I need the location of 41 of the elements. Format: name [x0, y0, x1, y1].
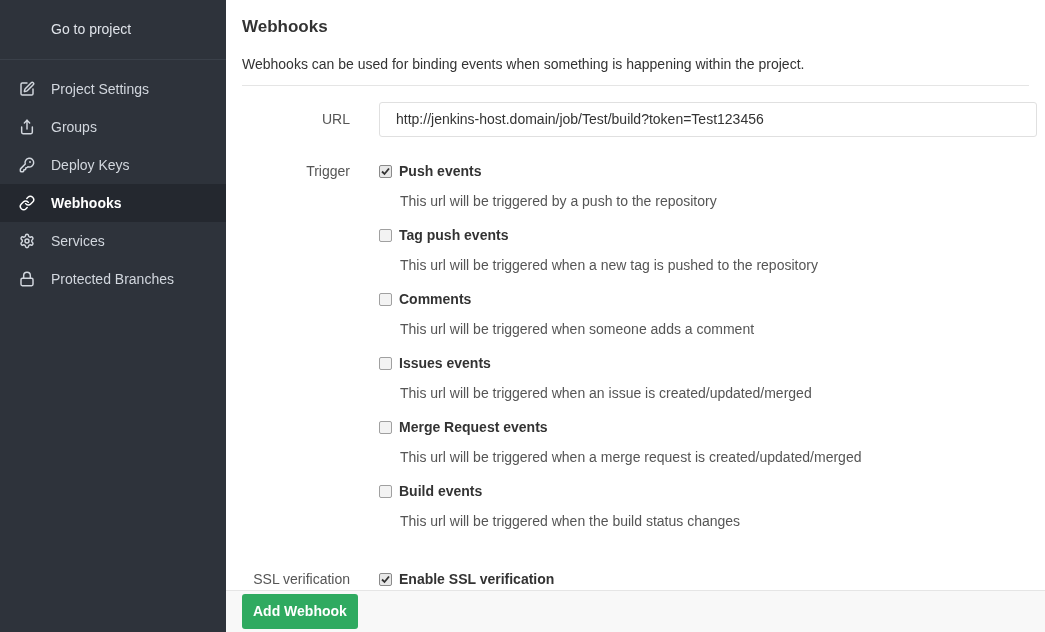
help-text: This url will be triggered when an issue is created/updated/merged: [399, 383, 813, 403]
checkmark-icon: [381, 166, 390, 176]
help-text: This url will be triggered when a new tag is pushed to the repository: [399, 255, 819, 275]
help-text: This url will be triggered when someone adds a comment: [399, 319, 756, 339]
gear-icon: [19, 233, 35, 249]
link-icon: [19, 195, 35, 211]
share-icon: [19, 119, 35, 135]
sidebar-item[interactable]: Webhooks: [0, 184, 226, 222]
help-text: This url will be triggered when a merge request is created/updated/merged: [399, 447, 862, 467]
go-to-project-link[interactable]: Go to project: [51, 19, 132, 40]
checkbox-label: Issues events: [399, 353, 491, 373]
checkbox-label: Push events: [399, 161, 482, 181]
page-description: Webhooks can be used for binding events when something is happening within the project.: [242, 53, 1029, 86]
sidebar-item[interactable]: Services: [0, 222, 226, 260]
page-title: Webhooks: [242, 16, 329, 38]
checkmark-icon: [381, 574, 390, 584]
checkbox-label: Build events: [399, 481, 483, 501]
help-text: This url will be triggered when the build status changes: [399, 511, 742, 531]
checkbox-label: Tag push events: [399, 225, 509, 245]
sidebar-item[interactable]: Deploy Keys: [0, 146, 226, 184]
edit-icon: [19, 81, 35, 97]
checkbox[interactable]: [379, 164, 392, 178]
checkbox[interactable]: [379, 420, 392, 434]
trigger-label: Trigger: [305, 161, 350, 181]
help-text: This url will be triggered by a push to the repository: [399, 191, 718, 211]
checkbox-label: Enable SSL verification: [399, 569, 555, 589]
checkbox[interactable]: [379, 292, 392, 306]
sidebar-item[interactable]: Project Settings: [0, 70, 226, 108]
lock-icon: [19, 271, 35, 287]
checkbox-label: Comments: [399, 289, 472, 309]
checkbox[interactable]: [379, 572, 392, 586]
sidebar-item[interactable]: Protected Branches: [0, 260, 226, 298]
sidebar-item[interactable]: Groups: [0, 108, 226, 146]
ssl-label: SSL verification: [252, 569, 350, 589]
checkbox[interactable]: [379, 228, 392, 242]
url-field[interactable]: http://jenkins-host.domain/job/Test/build?token=Test123456: [379, 101, 1037, 137]
key-icon: [19, 157, 35, 173]
checkbox-label: Merge Request events: [399, 417, 548, 437]
checkbox[interactable]: [379, 484, 392, 498]
checkbox[interactable]: [379, 356, 392, 370]
url-label: URL: [321, 109, 350, 129]
